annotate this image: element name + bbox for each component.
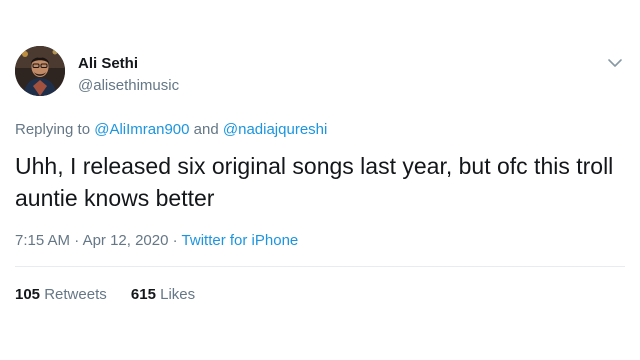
- mention-link-nadiajqureshi[interactable]: @nadiajqureshi: [223, 121, 327, 138]
- tweet-text: Uhh, I released six original songs last …: [15, 153, 614, 211]
- tweet-meta: 7:15 AM · Apr 12, 2020 · Twitter for iPh…: [15, 232, 298, 249]
- tweet-date[interactable]: Apr 12, 2020: [83, 232, 169, 249]
- tweet-stats: 105 Retweets 615 Likes: [15, 286, 195, 303]
- replying-to-line: Replying to @AliImran900 and @nadiajqure…: [15, 121, 327, 138]
- author-name[interactable]: Ali Sethi: [78, 55, 138, 72]
- avatar-image: [15, 46, 65, 96]
- divider: [15, 266, 625, 267]
- likes-stat[interactable]: 615 Likes: [131, 286, 195, 303]
- tweet-time[interactable]: 7:15 AM: [15, 232, 70, 249]
- tweet-card: Ali Sethi @alisethimusic Replying to @Al…: [0, 0, 640, 360]
- retweets-stat[interactable]: 105 Retweets: [15, 286, 107, 303]
- likes-count: 615: [130, 286, 156, 303]
- retweets-count: 105: [15, 286, 41, 303]
- retweets-label: Retweets: [44, 286, 107, 303]
- tweet-source-link[interactable]: Twitter for iPhone: [182, 232, 299, 249]
- likes-label: Likes: [160, 286, 196, 303]
- replying-prefix: Replying to: [15, 121, 95, 138]
- chevron-down-icon[interactable]: [607, 56, 623, 68]
- meta-separator: ·: [168, 232, 182, 249]
- mention-link-aliimran900[interactable]: @AliImran900: [94, 121, 189, 138]
- replying-joiner: and: [189, 121, 223, 138]
- meta-separator: ·: [70, 232, 83, 249]
- avatar[interactable]: [15, 46, 65, 96]
- author-handle[interactable]: @alisethimusic: [78, 77, 179, 94]
